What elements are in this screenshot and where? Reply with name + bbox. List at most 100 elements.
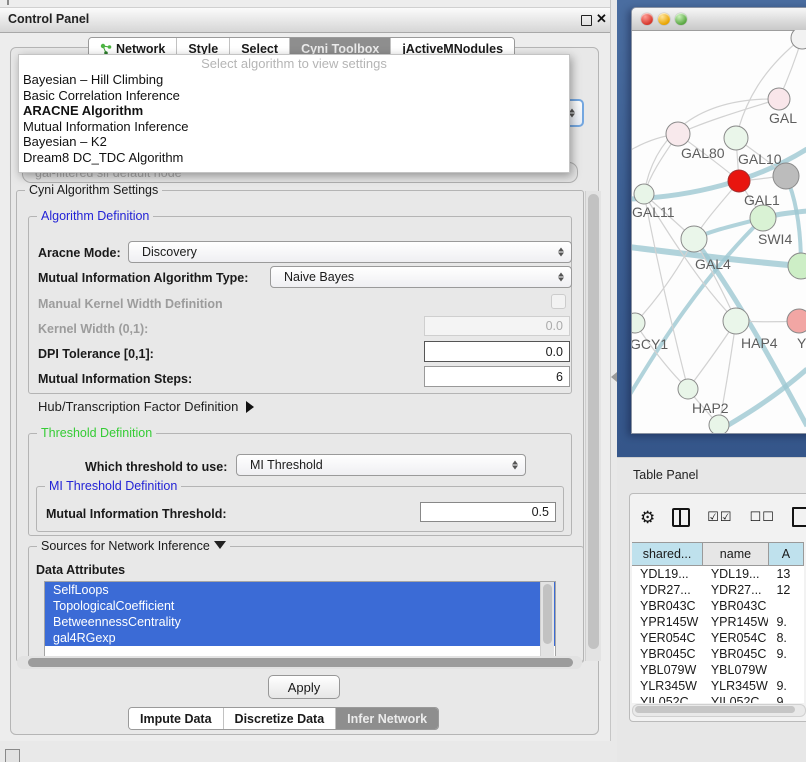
network-node-gal10[interactable] xyxy=(724,126,748,150)
table-cell: YBL079W xyxy=(632,663,703,677)
dpi-tolerance-value: 0.0 xyxy=(546,345,563,359)
attributes-vscrollbar[interactable] xyxy=(540,582,554,656)
algorithm-option[interactable]: Bayesian – Hill Climbing xyxy=(19,72,569,88)
network-node-hap2[interactable] xyxy=(678,379,698,399)
table-row[interactable]: YBR045CYBR045C9. xyxy=(632,646,804,662)
sources-legend[interactable]: Sources for Network Inference xyxy=(37,539,230,553)
mi-type-value: Naive Bayes xyxy=(284,270,354,284)
table-row[interactable]: YBL079WYBL079W xyxy=(632,662,804,678)
kernel-width-input[interactable]: 0.0 xyxy=(424,316,570,336)
network-node[interactable] xyxy=(791,30,806,49)
mi-steps-input[interactable]: 6 xyxy=(424,366,570,387)
network-node-gal80[interactable] xyxy=(666,122,690,146)
table-row[interactable]: YDL19...YDL19...13 xyxy=(632,566,804,582)
minimize-traffic-icon[interactable] xyxy=(658,13,670,25)
network-node-gal11[interactable] xyxy=(634,184,654,204)
attribute-list-item[interactable]: TopologicalCoefficient xyxy=(45,598,555,614)
network-node-swi4[interactable] xyxy=(750,205,776,231)
table-row[interactable]: YLR345WYLR345W9. xyxy=(632,678,804,694)
table-toolbar: ⚙ ☑☑ ☐☐ xyxy=(640,502,806,532)
algorithm-option[interactable]: Mutual Information Inference xyxy=(19,119,569,135)
table-panel-box: ⚙ ☑☑ ☐☐ shared...nameA YDL19...YDL19...1… xyxy=(629,493,806,722)
network-canvas[interactable]: GALGAL80GAL10GAL1GAL11SWI4GAL4HAP4YGCY1H… xyxy=(632,30,806,433)
tab-impute-data[interactable]: Impute Data xyxy=(129,708,224,729)
table-cell: YBR043C xyxy=(703,599,769,613)
table-body: YDL19...YDL19...13YDR27...YDR27...12YBR0… xyxy=(632,566,804,703)
stepper-arrows-icon xyxy=(558,248,564,257)
mi-type-combo[interactable]: Naive Bayes xyxy=(270,266,572,288)
algorithm-option[interactable]: ARACNE Algorithm xyxy=(19,103,569,119)
network-node-label: GCY1 xyxy=(632,336,668,352)
gear-icon[interactable]: ⚙ xyxy=(640,509,655,526)
network-node-hap4[interactable] xyxy=(723,308,749,334)
attribute-list-item[interactable]: BetweennessCentrality xyxy=(45,614,555,630)
network-node-gal4[interactable] xyxy=(681,226,707,252)
aracne-mode-combo[interactable]: Discovery xyxy=(128,241,572,263)
apply-button[interactable]: Apply xyxy=(268,675,340,699)
attribute-list-item[interactable]: gal4RGexp xyxy=(45,630,555,646)
manual-kernel-checkbox[interactable] xyxy=(551,294,566,309)
which-threshold-value: MI Threshold xyxy=(250,458,323,472)
network-window-titlebar[interactable] xyxy=(632,8,806,31)
document-icon[interactable] xyxy=(792,507,806,527)
zoom-traffic-icon[interactable] xyxy=(675,13,687,25)
node-table[interactable]: shared...nameA YDL19...YDL19...13YDR27..… xyxy=(632,542,804,703)
mi-threshold-label: Mutual Information Threshold: xyxy=(46,507,227,521)
network-node-label: GAL11 xyxy=(632,204,675,220)
settings-vscrollbar-thumb[interactable] xyxy=(588,194,599,649)
tab-discretize-data[interactable]: Discretize Data xyxy=(224,708,337,729)
settings-hscrollbar-thumb[interactable] xyxy=(28,658,573,667)
unchecked-boxes-icon[interactable]: ☐☐ xyxy=(750,509,775,525)
data-attributes-list[interactable]: SelfLoopsTopologicalCoefficientBetweenne… xyxy=(44,581,556,659)
table-hscrollbar-thumb[interactable] xyxy=(635,706,795,713)
table-hscrollbar[interactable] xyxy=(632,704,806,717)
table-row[interactable]: YER054CYER054C8. xyxy=(632,630,804,646)
table-cell: 9. xyxy=(768,695,804,703)
algorithm-option[interactable]: Dream8 DC_TDC Algorithm xyxy=(19,150,569,166)
which-threshold-combo[interactable]: MI Threshold xyxy=(236,454,526,476)
close-traffic-icon[interactable] xyxy=(641,13,653,25)
table-row[interactable]: YPR145WYPR145W9. xyxy=(632,614,804,630)
network-view-window[interactable]: GALGAL80GAL10GAL1GAL11SWI4GAL4HAP4YGCY1H… xyxy=(631,7,806,434)
columns-icon[interactable] xyxy=(672,508,690,527)
table-cell: YDR27... xyxy=(703,583,769,597)
control-panel-titlebar[interactable]: Control Panel ✕ xyxy=(0,7,610,33)
bottom-tabbar: Impute DataDiscretize DataInfer Network xyxy=(128,707,439,730)
table-cell: 9. xyxy=(768,679,804,693)
table-column-header[interactable]: name xyxy=(703,543,769,565)
table-row[interactable]: YBR043CYBR043C xyxy=(632,598,804,614)
network-node-gal1[interactable] xyxy=(728,170,750,192)
table-cell: YDR27... xyxy=(632,583,703,597)
settings-hscrollbar[interactable] xyxy=(17,656,582,669)
attributes-vscrollbar-thumb[interactable] xyxy=(543,584,552,644)
hub-definition-toggle[interactable]: Hub/Transcription Factor Definition xyxy=(38,399,254,414)
tab-infer-network[interactable]: Infer Network xyxy=(336,708,438,729)
minimized-panel-icon[interactable] xyxy=(5,749,20,762)
network-node[interactable] xyxy=(788,253,806,279)
network-node-y[interactable] xyxy=(787,309,806,333)
data-attributes-label: Data Attributes xyxy=(36,563,125,577)
close-icon[interactable]: ✕ xyxy=(596,11,607,27)
float-window-icon[interactable] xyxy=(581,15,592,26)
mi-type-label: Mutual Information Algorithm Type: xyxy=(38,271,248,285)
table-cell: YDL19... xyxy=(703,567,769,581)
table-row[interactable]: YDR27...YDR27...12 xyxy=(632,582,804,598)
table-cell: YLR345W xyxy=(632,679,703,693)
network-node-gal[interactable] xyxy=(768,88,790,110)
network-node[interactable] xyxy=(709,415,729,433)
network-node-gcy1[interactable] xyxy=(632,313,645,333)
attribute-list-item[interactable]: SelfLoops xyxy=(45,582,555,598)
algorithm-option[interactable]: Basic Correlation Inference xyxy=(19,88,569,104)
network-edge[interactable] xyxy=(786,176,801,266)
network-node[interactable] xyxy=(773,163,799,189)
mi-steps-value: 6 xyxy=(556,370,563,384)
algorithm-option[interactable]: Bayesian – K2 xyxy=(19,134,569,150)
table-column-header[interactable]: A xyxy=(769,543,804,565)
table-row[interactable]: YIL052CYIL052C9. xyxy=(632,694,804,703)
checked-boxes-icon[interactable]: ☑☑ xyxy=(707,509,732,525)
dpi-tolerance-input[interactable]: 0.0 xyxy=(424,341,570,362)
settings-vscrollbar[interactable] xyxy=(585,191,601,661)
mi-threshold-input[interactable]: 0.5 xyxy=(420,502,556,522)
algorithm-dropdown-popup: Select algorithm to view settings Bayesi… xyxy=(18,54,570,173)
table-column-header[interactable]: shared... xyxy=(632,543,703,565)
